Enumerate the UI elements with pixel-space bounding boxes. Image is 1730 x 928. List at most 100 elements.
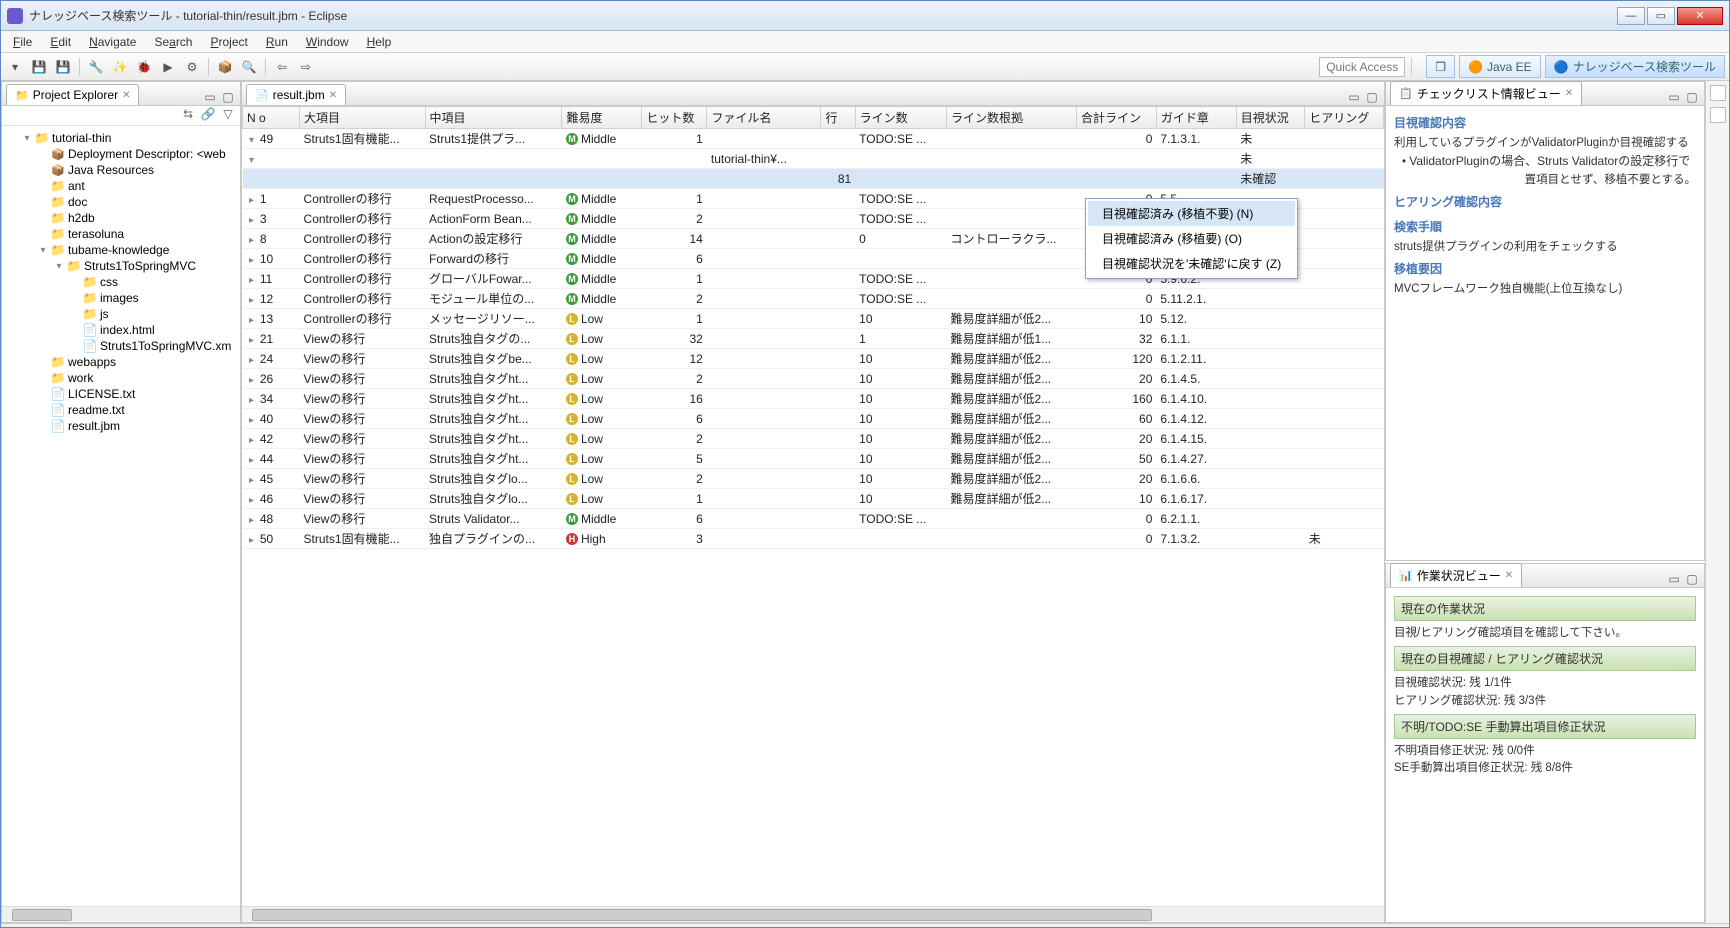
tree-item[interactable]: ▾tutorial-thin [22,130,236,146]
project-explorer-tab[interactable]: 📁 Project Explorer ✕ [6,84,139,105]
tree-item[interactable]: images [70,290,236,306]
ctx-item-confirmed-port[interactable]: 目視確認済み (移植要) (O) [1088,226,1295,251]
menu-help[interactable]: Help [359,33,400,51]
scrollbar-h[interactable] [242,906,1384,922]
tree-item[interactable]: js [70,306,236,322]
table-row[interactable]: ▸ 24Viewの移行Struts独自タグbe...LLow1210難易度詳細が… [243,349,1384,369]
table-row[interactable]: ▸ 42Viewの移行Struts独自タグht...LLow210難易度詳細が低… [243,429,1384,449]
project-tree[interactable]: ▾tutorial-thinDeployment Descriptor: <we… [2,126,240,906]
table-row[interactable]: ▸ 45Viewの移行Struts独自タグlo...LLow210難易度詳細が低… [243,469,1384,489]
tree-item[interactable]: ▾Struts1ToSpringMVC [54,258,236,274]
table-row[interactable]: ▸ 34Viewの移行Struts独自タグht...LLow1610難易度詳細が… [243,389,1384,409]
close-icon[interactable]: ✕ [1565,88,1573,99]
tree-item[interactable]: doc [38,194,236,210]
collapse-all-icon[interactable]: ⇆ [180,106,196,122]
table-row[interactable]: ▸ 21Viewの移行Struts独自タグの...LLow321難易度詳細が低1… [243,329,1384,349]
column-header[interactable]: ヒアリング [1305,107,1384,129]
tree-item[interactable]: LICENSE.txt [38,386,236,402]
tree-item[interactable]: result.jbm [38,418,236,434]
maximize-view-icon[interactable]: ▢ [1684,89,1700,105]
editor-tab[interactable]: 📄 result.jbm ✕ [246,84,346,105]
table-row[interactable]: ▸ 50Struts1固有機能...独自プラグインの...HHigh307.1.… [243,529,1384,549]
bug-icon[interactable]: 🐞 [134,57,154,77]
tree-item[interactable]: css [70,274,236,290]
table-row[interactable]: ▸ 48Viewの移行Struts Validator...MMiddle6TO… [243,509,1384,529]
maximize-view-icon[interactable]: ▢ [1684,571,1700,587]
maximize-view-icon[interactable]: ▢ [1364,89,1380,105]
column-header[interactable]: N o [243,107,300,129]
minimize-view-icon[interactable]: ▭ [1666,571,1682,587]
restore-view-icon[interactable] [1710,85,1726,101]
ctx-item-confirmed-no-port[interactable]: 目視確認済み (移植不要) (N) [1088,201,1295,226]
column-header[interactable]: ガイド章 [1156,107,1236,129]
tree-item[interactable]: Java Resources [38,162,236,178]
menu-file[interactable]: File [5,33,40,51]
table-row[interactable]: ▾ tutorial-thin¥...未 [243,149,1384,169]
column-header[interactable]: ライン数 [855,107,946,129]
ext-icon[interactable]: ⚙ [182,57,202,77]
column-header[interactable]: 大項目 [300,107,426,129]
tree-item[interactable]: index.html [70,322,236,338]
close-icon[interactable]: ✕ [329,90,337,101]
minimize-view-icon[interactable]: ▭ [1346,89,1362,105]
column-header[interactable]: 中項目 [425,107,562,129]
wand-icon[interactable]: ✨ [110,57,130,77]
restore-view-icon[interactable] [1710,107,1726,123]
menu-run[interactable]: Run [258,33,296,51]
open-perspective-icon[interactable]: ❐ [1426,55,1455,78]
search2-icon[interactable]: 🔍 [239,57,259,77]
link-editor-icon[interactable]: 🔗 [200,106,216,122]
column-header[interactable]: 難易度 [562,107,642,129]
menu-window[interactable]: Window [298,33,357,51]
tree-item[interactable]: terasoluna [38,226,236,242]
view-menu-icon[interactable]: ▽ [220,106,236,122]
tree-item[interactable]: h2db [38,210,236,226]
column-header[interactable]: 目視状況 [1236,107,1304,129]
table-row[interactable]: ▸ 46Viewの移行Struts独自タグlo...LLow110難易度詳細が低… [243,489,1384,509]
work-status-tab[interactable]: 📊 作業状況ビュー ✕ [1390,563,1522,587]
save-all-icon[interactable]: 💾 [53,57,73,77]
table-row[interactable]: ▸ 13Controllerの移行メッセージリソー...LLow110難易度詳細… [243,309,1384,329]
perspective-javaee[interactable]: 🟠 Java EE [1459,55,1541,78]
table-row[interactable]: 81未確認 [243,169,1384,189]
tree-item[interactable]: ant [38,178,236,194]
tree-item[interactable]: webapps [38,354,236,370]
new-pkg-icon[interactable]: 📦 [215,57,235,77]
menu-navigate[interactable]: Navigate [81,33,144,51]
menu-edit[interactable]: Edit [42,33,79,51]
close-button[interactable] [1677,7,1723,25]
quick-access[interactable]: Quick Access [1319,57,1405,77]
tree-item[interactable]: readme.txt [38,402,236,418]
maximize-view-icon[interactable]: ▢ [220,89,236,105]
column-header[interactable]: ファイル名 [707,107,821,129]
table-row[interactable]: ▸ 26Viewの移行Struts独自タグht...LLow210難易度詳細が低… [243,369,1384,389]
tree-item[interactable]: ▾tubame-knowledge [38,242,236,258]
tree-item[interactable]: Struts1ToSpringMVC.xm [70,338,236,354]
table-row[interactable]: ▸ 12Controllerの移行モジュール単位の...MMiddle2TODO… [243,289,1384,309]
new-icon[interactable]: ▾ [5,57,25,77]
tree-item[interactable]: work [38,370,236,386]
column-header[interactable]: 行 [821,107,855,129]
tree-item[interactable]: Deployment Descriptor: <web [38,146,236,162]
column-header[interactable]: 合計ライン [1077,107,1157,129]
run-icon[interactable]: ▶ [158,57,178,77]
minimize-button[interactable]: — [1617,7,1645,25]
ctx-item-reset-unconfirmed[interactable]: 目視確認状況を'未確認'に戻す (Z) [1088,251,1295,276]
minimize-view-icon[interactable]: ▭ [202,89,218,105]
column-header[interactable]: ヒット数 [642,107,707,129]
checklist-tab[interactable]: 📋 チェックリスト情報ビュー ✕ [1390,81,1582,105]
table-row[interactable]: ▸ 44Viewの移行Struts独自タグht...LLow510難易度詳細が低… [243,449,1384,469]
nav-fwd-icon[interactable]: ⇨ [296,57,316,77]
minimize-view-icon[interactable]: ▭ [1666,89,1682,105]
maximize-button[interactable]: ▭ [1647,7,1675,25]
perspective-knowledge[interactable]: 🔵 ナレッジベース検索ツール [1545,55,1725,78]
scrollbar-h[interactable] [2,906,240,922]
menu-project[interactable]: Project [202,33,255,51]
tool-icon[interactable]: 🔧 [86,57,106,77]
column-header[interactable]: ライン数根拠 [946,107,1076,129]
nav-back-icon[interactable]: ⇦ [272,57,292,77]
close-icon[interactable]: ✕ [122,90,130,101]
table-row[interactable]: ▾ 49Struts1固有機能...Struts1提供プラ...MMiddle1… [243,129,1384,149]
save-icon[interactable]: 💾 [29,57,49,77]
table-row[interactable]: ▸ 40Viewの移行Struts独自タグht...LLow610難易度詳細が低… [243,409,1384,429]
